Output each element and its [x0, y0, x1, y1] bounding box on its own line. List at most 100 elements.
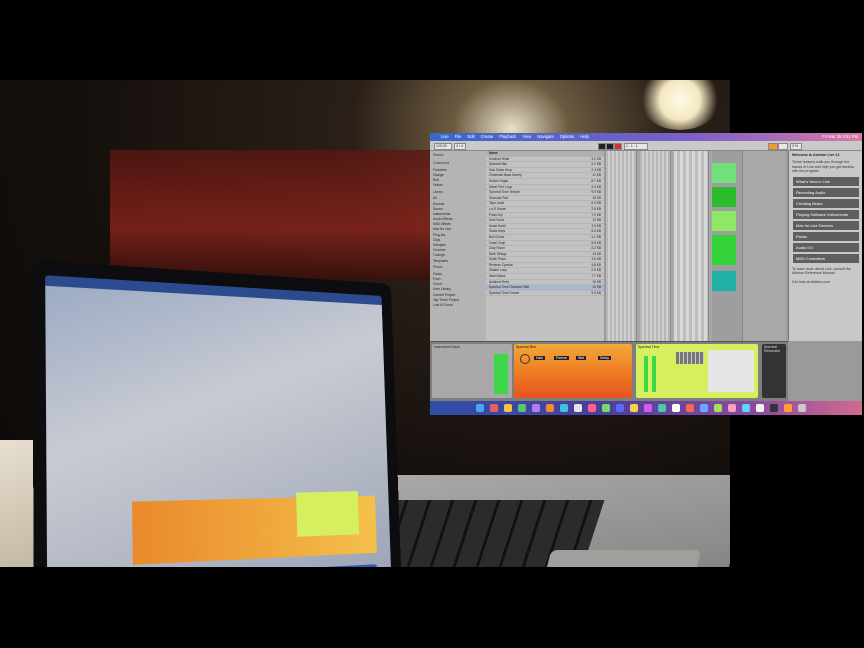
menu-playback[interactable]: Playback — [499, 133, 516, 141]
file-list-row[interactable]: Spectral Time Freeze 9.3 KB — [486, 291, 604, 297]
menu-options[interactable]: Options — [560, 133, 574, 141]
midi-map-button[interactable] — [778, 143, 788, 150]
clip-slot[interactable] — [712, 163, 736, 183]
menu-view[interactable]: View — [522, 133, 531, 141]
dock-app-icon[interactable] — [546, 404, 554, 412]
places-item[interactable]: Lost & Found — [430, 302, 486, 307]
dock-app-icon[interactable] — [700, 404, 708, 412]
device-chain: Instrument Rack Spectral Blur Halo Freez… — [430, 341, 788, 402]
freeze-grid[interactable] — [676, 352, 704, 364]
file-name: Clap Room — [489, 246, 505, 251]
dock-app-icon[interactable] — [784, 404, 792, 412]
file-size: 13 KB — [592, 251, 601, 256]
lesson-button[interactable]: What's New in Live — [793, 176, 859, 186]
dock-app-icon[interactable] — [714, 404, 722, 412]
knob-label[interactable]: Freeze — [554, 356, 569, 360]
lesson-button[interactable]: Packs — [793, 231, 859, 241]
file-size: 2.2 KB — [591, 246, 601, 251]
file-name: Kick Glass Drop — [489, 167, 512, 172]
file-size: 8.7 KB — [591, 178, 601, 183]
menu-help[interactable]: Help — [580, 133, 589, 141]
signature-value: 4 / 4 — [456, 144, 463, 148]
info-view: Welcome to Ableton Live 12 These lessons… — [788, 151, 862, 341]
tempo-value: 120.00 — [436, 144, 447, 148]
spectral-time-device[interactable]: Spectral Time — [636, 344, 758, 398]
spectral-resonator-device[interactable]: Spectral Resonator — [762, 344, 786, 398]
record-button[interactable] — [614, 143, 622, 150]
file-size: 15 KB — [592, 195, 601, 200]
file-size: 5.1 KB — [591, 162, 601, 167]
laptop-menubar — [45, 275, 382, 306]
dock-app-icon[interactable] — [504, 404, 512, 412]
clip-slot[interactable] — [712, 211, 736, 231]
lesson-button[interactable]: Max for Live Devices — [793, 220, 859, 230]
dock-app-icon[interactable] — [686, 404, 694, 412]
dock-app-icon[interactable] — [630, 404, 638, 412]
lesson-button[interactable]: Audio I/O — [793, 242, 859, 252]
dock-app-icon[interactable] — [588, 404, 596, 412]
clip-slot[interactable] — [712, 271, 736, 291]
dock-app-icon[interactable] — [616, 404, 624, 412]
tempo-field[interactable]: 120.00 — [434, 143, 452, 150]
dock-app-icon[interactable] — [798, 404, 806, 412]
lesson-button[interactable]: Recording Audio — [793, 187, 859, 197]
time-signature-field[interactable]: 4 / 4 — [454, 143, 466, 150]
level-meter — [652, 356, 656, 392]
position-field[interactable]: 1 . 1 . 1 — [624, 143, 648, 150]
menu-edit[interactable]: Edit — [467, 133, 474, 141]
transport-toolbar: 120.00 4 / 4 1 . 1 . 1 3 % — [430, 141, 862, 151]
dock-app-icon[interactable] — [518, 404, 526, 412]
dock-app-icon[interactable] — [560, 404, 568, 412]
info-help-link[interactable]: Get help at ableton.com — [789, 278, 862, 287]
info-footer: To learn more about Live, consult the Ab… — [792, 266, 851, 276]
lesson-button[interactable]: Creating Beats — [793, 198, 859, 208]
file-name: Vocal Chop — [489, 240, 506, 245]
stop-button[interactable] — [606, 143, 614, 150]
browser-search[interactable]: Search — [430, 151, 486, 159]
file-size: 2.9 KB — [591, 268, 601, 273]
knob-label[interactable]: Delay — [598, 356, 611, 360]
laptop-device-yellow — [296, 491, 360, 537]
dock-app-icon[interactable] — [476, 404, 484, 412]
clip-slot[interactable] — [712, 235, 736, 265]
file-name: Dark Strings — [489, 251, 507, 256]
file-size: 4.1 KB — [591, 234, 601, 239]
menu-navigate[interactable]: Navigate — [537, 133, 554, 141]
dock-app-icon[interactable] — [658, 404, 666, 412]
dock-app-icon[interactable] — [532, 404, 540, 412]
dock-app-icon[interactable] — [574, 404, 582, 412]
dock-app-icon[interactable] — [644, 404, 652, 412]
menu-live[interactable]: Live — [441, 133, 449, 141]
play-button[interactable] — [598, 143, 606, 150]
knob-label[interactable]: Wet — [576, 356, 587, 360]
spectrum-display — [708, 350, 754, 392]
red-chair-background — [110, 150, 440, 280]
file-name: Warm Bass — [489, 274, 506, 279]
dock-app-icon[interactable] — [728, 404, 736, 412]
dock-app-icon[interactable] — [602, 404, 610, 412]
dock-app-icon[interactable] — [770, 404, 778, 412]
device-title: Spectral Resonator — [764, 345, 781, 353]
menu-file[interactable]: File — [455, 133, 462, 141]
laptop-trackpad — [528, 550, 702, 567]
file-size: 3.9 KB — [591, 223, 601, 228]
info-intro: These lessons walk you through the basic… — [792, 160, 854, 173]
file-size: 11 KB — [592, 218, 601, 223]
clip-slot[interactable] — [712, 187, 736, 207]
dock-app-icon[interactable] — [742, 404, 750, 412]
lesson-button[interactable]: MIDI Controllers — [793, 253, 859, 263]
file-name: Cinematic Bass Sweep — [489, 173, 522, 178]
dock-app-icon[interactable] — [672, 404, 680, 412]
menu-create[interactable]: Create — [481, 133, 494, 141]
dock-app-icon[interactable] — [756, 404, 764, 412]
file-size: 5.5 KB — [591, 240, 601, 245]
knob-label[interactable]: Halo — [534, 356, 546, 360]
cpu-meter: 3 % — [790, 143, 802, 150]
instrument-rack-device[interactable]: Instrument Rack — [432, 344, 512, 398]
spectral-blur-device[interactable]: Spectral Blur Halo Freeze Wet Delay — [514, 344, 632, 398]
name-column-header: Name — [489, 151, 498, 155]
lesson-button[interactable]: Playing Software Instruments — [793, 209, 859, 219]
dock-app-icon[interactable] — [490, 404, 498, 412]
file-name: Granular Pad — [489, 195, 508, 200]
key-map-button[interactable] — [768, 143, 778, 150]
